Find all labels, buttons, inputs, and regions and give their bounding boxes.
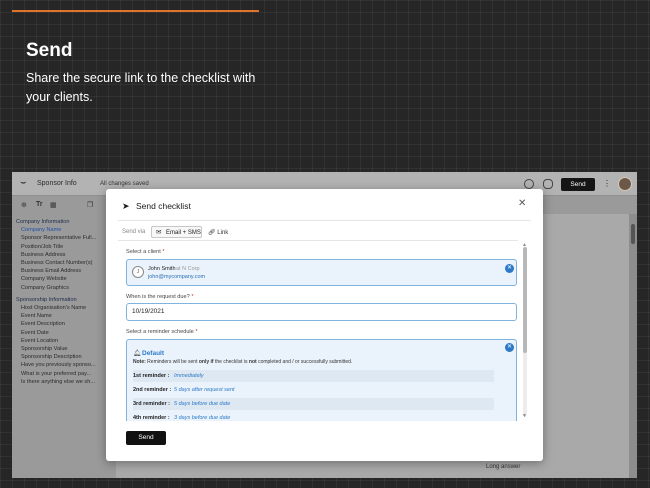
kebab-icon[interactable]: ⋮	[603, 179, 611, 189]
send-via-label: Send via	[122, 229, 146, 235]
logo-icon: ⌣	[20, 177, 27, 188]
sidebar-item[interactable]: Sponsorship Description	[12, 353, 108, 361]
send-button[interactable]: Send	[126, 431, 166, 445]
scroll-down-icon[interactable]: ▼	[522, 413, 527, 419]
divider	[118, 220, 531, 221]
sidebar-item[interactable]: Is there anything else we sh...	[12, 378, 108, 386]
schedule-name: Default	[142, 350, 165, 357]
avatar[interactable]	[618, 177, 632, 191]
add-icon[interactable]: ⊕	[21, 201, 27, 209]
sidebar-item[interactable]: Business Contact Number(s)	[12, 259, 108, 267]
save-status: All changes saved	[100, 181, 149, 187]
client-name: John Smith	[148, 266, 176, 272]
page-scroll-thumb[interactable]	[631, 224, 635, 244]
tab-divider	[118, 240, 518, 241]
reminder-schedule-card[interactable]: 🔔︎ Default ✕ Note: Reminders will be sen…	[126, 339, 517, 421]
editor-toolbar: ⊕ Tr ▦ ❐	[12, 197, 107, 213]
link-icon: 🔗︎	[208, 230, 216, 236]
remove-schedule-icon[interactable]: ✕	[505, 343, 514, 352]
copy-icon[interactable]: ❐	[87, 201, 93, 209]
sidebar-section-title: Company Information	[16, 219, 70, 225]
due-date-label: When is the request due? *	[126, 294, 194, 300]
send-button-top[interactable]: Send	[561, 178, 595, 191]
modal-scroll-thumb[interactable]	[523, 247, 527, 353]
help-icon[interactable]	[524, 179, 534, 189]
reminder-schedule-label: Select a reminder schedule *	[126, 329, 198, 335]
sidebar-item[interactable]: Company Graphics	[12, 284, 108, 292]
client-label: Select a client *	[126, 249, 165, 255]
sidebar-item[interactable]: Business Address	[12, 251, 108, 259]
hero-title: Send	[26, 40, 73, 61]
reminder-row: 4th reminder : 3 days before due date	[133, 415, 231, 421]
sidebar-item[interactable]: Company Website	[12, 275, 108, 283]
client-company: at N Corp	[176, 266, 200, 272]
schedule-note: Note: Reminders will be sent only if the…	[133, 359, 353, 365]
close-icon[interactable]: ✕	[518, 199, 526, 209]
sidebar-item[interactable]: Business Email Address	[12, 267, 108, 275]
tab-label: Link	[217, 230, 229, 236]
scroll-up-icon[interactable]: ▲	[522, 242, 527, 248]
page-scrollbar[interactable]	[629, 214, 637, 478]
client-email: john@mycompany.com	[148, 274, 206, 280]
sidebar-item[interactable]: Event Date	[12, 329, 108, 337]
envelope-icon: ✉	[156, 229, 162, 236]
remove-client-icon[interactable]: ✕	[505, 264, 514, 273]
sidebar-item[interactable]: Sponsorship Value	[12, 345, 108, 353]
sidebar-item[interactable]: Host Organisation's Name	[12, 304, 108, 312]
reminder-row: 2nd reminder : 5 days after request sent	[133, 387, 235, 393]
sidebar: Company Information Company Name Sponsor…	[12, 218, 108, 478]
sidebar-section-title: Sponsorship Information	[16, 296, 77, 303]
tab-link[interactable]: 🔗︎ Link	[208, 229, 228, 236]
client-avatar: J	[132, 266, 144, 278]
document-title: Sponsor Info	[37, 180, 77, 187]
send-arrow-icon: ➤	[122, 201, 130, 211]
reminder-row: 3rd reminder : 5 days before due date	[133, 398, 494, 410]
sidebar-item[interactable]: What is your preferred pay...	[12, 370, 108, 378]
due-date-input[interactable]: 10/19/2021	[126, 303, 517, 321]
modal-title: Send checklist	[136, 201, 191, 211]
bell-icon: 🔔︎	[133, 350, 142, 357]
grid-icon[interactable]: ▦	[50, 201, 57, 209]
selected-client-card[interactable]: J John Smith at N Corp john@mycompany.co…	[126, 259, 517, 286]
field-type-label: Long answer	[486, 464, 521, 470]
sidebar-item[interactable]: Sponsor Representative Full...	[12, 234, 108, 242]
send-checklist-modal: ➤ Send checklist ✕ Send via ✉ Email + SM…	[106, 189, 543, 461]
hero-subtitle: Share the secure link to the checklist w…	[26, 71, 256, 104]
sidebar-item[interactable]: Event Location	[12, 337, 108, 345]
preview-eye-icon[interactable]	[543, 179, 553, 189]
sidebar-item[interactable]: Position/Job Title	[12, 243, 108, 251]
text-tool-icon[interactable]: Tr	[36, 201, 43, 208]
sidebar-item[interactable]: Event Name	[12, 312, 108, 320]
accent-line	[12, 10, 259, 12]
sidebar-item[interactable]: Company Name	[12, 226, 108, 234]
sidebar-item[interactable]: Have you previously sponso...	[12, 361, 108, 369]
reminder-row: 1st reminder : Immediately	[133, 370, 494, 382]
sidebar-item[interactable]: Event Description	[12, 320, 108, 328]
tab-label: Email + SMS	[166, 229, 201, 236]
tab-email-sms[interactable]: ✉ Email + SMS	[151, 226, 202, 238]
